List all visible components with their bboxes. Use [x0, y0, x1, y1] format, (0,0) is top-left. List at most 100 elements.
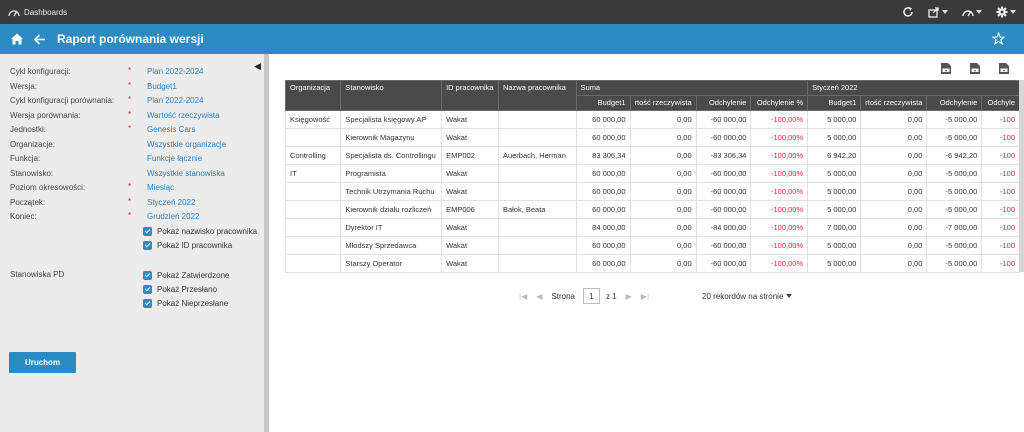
parameter-value-link[interactable]: Grudzień 2022: [147, 212, 199, 221]
required-marker: *: [128, 182, 132, 191]
table-cell: 60 000,00: [575, 182, 631, 201]
checked-checkbox-icon[interactable]: [143, 226, 152, 236]
share-menu-button[interactable]: [928, 6, 948, 18]
table-cell: Controlling: [285, 146, 342, 165]
checkbox-option[interactable]: Pokaż Zatwierdzone: [143, 268, 229, 282]
parameter-label: Koniec:: [10, 212, 37, 221]
run-button[interactable]: Uruchom: [9, 352, 76, 373]
chevron-down-icon: [942, 10, 948, 14]
first-page-button[interactable]: |◀: [519, 292, 527, 301]
checked-checkbox-icon[interactable]: [143, 298, 152, 308]
column-header[interactable]: ID pracownika: [441, 80, 499, 111]
report-area: Organizacja Stanowisko ID pracownika Nazwa …: [269, 54, 1024, 432]
parameter-value-link[interactable]: Miesiąc: [147, 183, 174, 192]
table-cell: Wakat: [441, 164, 499, 183]
last-page-button[interactable]: ▶|: [641, 292, 649, 301]
settings-menu-button[interactable]: [996, 6, 1016, 18]
required-marker: *: [128, 80, 132, 90]
table-cell: 0,00: [860, 254, 928, 273]
table-cell: -100: [981, 128, 1020, 147]
checked-checkbox-icon[interactable]: [143, 270, 152, 280]
table-cell: -100: [981, 218, 1020, 237]
column-header[interactable]: rtość rzeczywista: [629, 95, 697, 111]
checked-checkbox-icon[interactable]: [143, 240, 152, 250]
checked-checkbox-icon[interactable]: [143, 284, 152, 294]
parameter-value-link[interactable]: Plan 2022-2024: [147, 96, 204, 105]
parameter-label: Poziom okresowości:: [10, 183, 86, 192]
column-header[interactable]: Budget1: [807, 95, 862, 111]
column-header[interactable]: Odchylenie: [926, 95, 983, 111]
table-cell: [285, 218, 342, 237]
parameter-value-link[interactable]: Styczeń 2022: [147, 198, 195, 207]
table-cell: -100,00%: [750, 254, 809, 273]
table-cell: 0,00: [629, 146, 697, 165]
table-cell: -84 000,00: [695, 218, 752, 237]
parameter-label: Cykl konfiguracji porównania:: [10, 96, 115, 105]
table-cell: 84 000,00: [575, 218, 631, 237]
parameter-value-link[interactable]: Wszystkie organizacje: [147, 140, 226, 149]
parameter-value-link[interactable]: Budget1: [147, 82, 177, 91]
parameter-value-link[interactable]: Funkcje łącznie: [147, 154, 202, 163]
favorite-star-icon[interactable]: [992, 32, 1005, 45]
table-cell: Programista: [340, 164, 443, 183]
vertical-scrollbar[interactable]: [1019, 80, 1024, 272]
column-header[interactable]: Budget1: [575, 95, 631, 111]
table-cell: -100,00%: [750, 200, 809, 219]
column-header[interactable]: Odchylenie: [695, 95, 752, 111]
share-icon: [928, 7, 939, 18]
column-header[interactable]: rtość rzeczywista: [860, 95, 928, 111]
export-pdf-icon[interactable]: [998, 62, 1010, 75]
table-cell: 0,00: [629, 236, 697, 255]
dashboards-link[interactable]: Dashboards: [8, 7, 67, 17]
next-page-button[interactable]: ▶: [626, 292, 632, 301]
table-cell: 0,00: [860, 110, 928, 129]
export-toolbar: [940, 62, 1010, 75]
parameter-label: Cykl konfiguracji:: [10, 67, 71, 76]
table-cell: 60 000,00: [575, 128, 631, 147]
column-header[interactable]: Stanowisko: [340, 80, 443, 111]
checkbox-option[interactable]: Pokaż ID pracownika: [143, 238, 257, 252]
parameter-value-link[interactable]: Genesis Cars: [147, 125, 195, 134]
table-cell: -60 000,00: [695, 236, 752, 255]
checkbox-label: Pokaż Zatwierdzone: [157, 270, 230, 280]
table-cell: [497, 182, 577, 201]
parameters-panel: ◀ Cykl konfiguracji: * Plan 2022-2024 Wersj…: [0, 54, 262, 432]
parameter-label: Organizacje:: [10, 139, 55, 149]
parameter-value-link[interactable]: Wszystkie stanowiska: [147, 169, 225, 178]
checkbox-option[interactable]: Pokaż Przesłano: [143, 282, 229, 296]
export-csv-icon[interactable]: [969, 62, 981, 75]
refresh-button[interactable]: [902, 6, 914, 18]
table-cell: [497, 128, 577, 147]
table-cell: -100: [981, 236, 1020, 255]
page-header: Raport porównania wersji: [0, 24, 1024, 54]
table-cell: -83 306,34: [695, 146, 752, 165]
page-number-input[interactable]: 1: [582, 288, 600, 304]
checkbox-option[interactable]: Pokaż Nieprzesłane: [143, 296, 229, 310]
report-table-container[interactable]: Organizacja Stanowisko ID pracownika Nazwa …: [285, 80, 1020, 299]
page-title: Raport porównania wersji: [57, 32, 204, 46]
table-cell: 0,00: [629, 164, 697, 183]
home-icon[interactable]: [10, 32, 24, 46]
export-excel-icon[interactable]: [940, 62, 952, 75]
column-header[interactable]: Odchyle: [981, 95, 1020, 111]
back-arrow-icon[interactable]: [33, 33, 46, 46]
parameter-value-link[interactable]: Plan 2022-2024: [147, 67, 204, 76]
table-cell: [285, 182, 342, 201]
column-header[interactable]: Organizacja: [285, 80, 342, 111]
parameter-row: Stanowisko: Wszystkie stanowiska: [10, 169, 260, 184]
table-row: Młodszy Sprzedawca Wakat 60 000,00 0,00 -60 …: [285, 236, 1020, 255]
dashboard-menu-button[interactable]: [962, 6, 982, 18]
page-size-select[interactable]: 20 rekordów na stronie: [702, 292, 793, 301]
prev-page-button[interactable]: ◀: [536, 292, 542, 301]
table-cell: 0,00: [629, 218, 697, 237]
table-cell: IT: [285, 164, 342, 183]
checkbox-option[interactable]: Pokaż nazwisko pracownika: [143, 224, 257, 238]
table-cell: [497, 110, 577, 129]
parameters-list: Cykl konfiguracji: * Plan 2022-2024 Wersja:…: [10, 66, 260, 227]
column-header[interactable]: Odchylenie %: [750, 95, 809, 111]
chevron-down-icon: [1010, 10, 1016, 14]
table-cell: [497, 164, 577, 183]
parameter-value-link[interactable]: Wartość rzeczywista: [147, 111, 220, 120]
column-header[interactable]: Nazwa pracownika: [497, 80, 577, 111]
table-cell: 0,00: [860, 182, 928, 201]
